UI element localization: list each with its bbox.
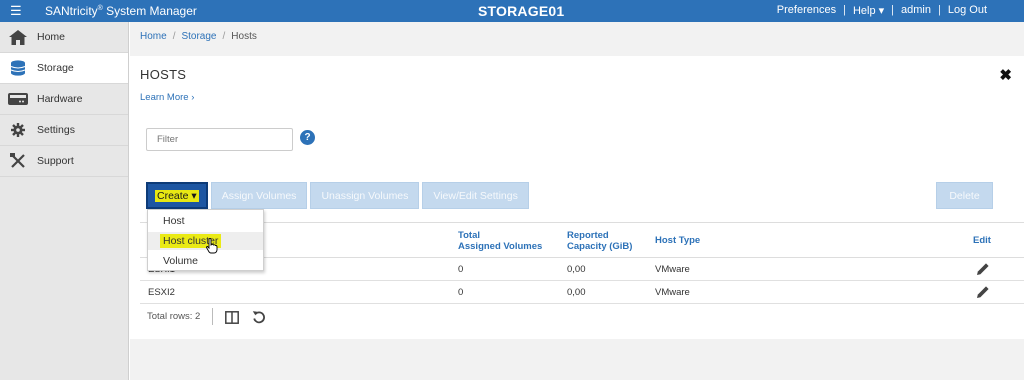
capacity-value: 0,00 xyxy=(567,287,586,298)
host-name: ESXI2 xyxy=(148,287,175,298)
top-links: Preferences | Help ▾ | admin | Log Out xyxy=(770,4,994,17)
assign-volumes-button[interactable]: Assign Volumes xyxy=(210,182,308,209)
close-icon[interactable]: ✖ xyxy=(999,66,1012,84)
sidebar-item-label: Support xyxy=(37,155,74,167)
sidebar-item-label: Home xyxy=(37,31,66,43)
hosts-panel: HOSTS ✖ Learn More › ? Create ▾ Assign V… xyxy=(130,56,1024,339)
table-row[interactable]: ESXI2 0 0,00 VMware xyxy=(140,281,1024,304)
top-bar: ☰ SANtricity® System Manager STORAGE01 P… xyxy=(0,0,1024,22)
total-rows: Total rows: 2 xyxy=(147,311,201,322)
pencil-icon[interactable] xyxy=(976,262,990,279)
sidebar-item-support[interactable]: Support xyxy=(0,146,128,177)
column-total-assigned-volumes[interactable]: Total Assigned Volumes xyxy=(458,230,542,252)
app-brand: SANtricity® System Manager xyxy=(45,4,197,18)
learn-more-link[interactable]: Learn More › xyxy=(140,92,194,103)
pencil-icon[interactable] xyxy=(976,285,990,302)
columns-icon[interactable] xyxy=(225,311,239,327)
breadcrumb-storage[interactable]: Storage xyxy=(181,31,216,42)
separator: | xyxy=(938,4,941,16)
host-type-value: VMware xyxy=(655,287,690,298)
toolbar: Create ▾ Assign Volumes Unassign Volumes… xyxy=(146,182,529,209)
sidebar-item-home[interactable]: Home xyxy=(0,22,128,53)
sidebar-item-label: Storage xyxy=(37,62,74,74)
table-row[interactable]: ESXI1 0 0,00 VMware xyxy=(140,258,1024,281)
column-edit: Edit xyxy=(973,235,991,246)
sidebar-item-label: Hardware xyxy=(37,93,83,105)
sidebar-item-label: Settings xyxy=(37,124,75,136)
hand-cursor-icon xyxy=(206,238,218,257)
tools-icon xyxy=(8,153,28,169)
system-name: STORAGE01 xyxy=(478,3,565,19)
unassign-volumes-button[interactable]: Unassign Volumes xyxy=(310,182,420,209)
gear-icon xyxy=(8,123,28,137)
sidebar-item-storage[interactable]: Storage xyxy=(0,53,128,84)
database-icon xyxy=(8,60,28,76)
hamburger-menu-icon[interactable]: ☰ xyxy=(10,4,22,18)
separator: | xyxy=(843,4,846,16)
home-icon xyxy=(8,29,28,45)
delete-button[interactable]: Delete xyxy=(936,182,993,209)
filter-input[interactable] xyxy=(146,128,293,151)
sidebar-item-hardware[interactable]: Hardware xyxy=(0,84,128,115)
breadcrumb-separator: / xyxy=(172,31,176,42)
main-content: Home / Storage / Hosts HOSTS ✖ Learn More › … xyxy=(130,22,1024,380)
user-menu[interactable]: admin xyxy=(894,4,938,17)
breadcrumb-home[interactable]: Home xyxy=(140,31,167,42)
breadcrumb-separator: / xyxy=(222,31,226,42)
capacity-value: 0,00 xyxy=(567,264,586,275)
page-title: HOSTS xyxy=(140,67,187,82)
host-type-value: VMware xyxy=(655,264,690,275)
separator: | xyxy=(891,4,895,16)
column-host-type[interactable]: Host Type xyxy=(655,235,700,246)
create-label: Create ▾ xyxy=(155,189,199,202)
logout-link[interactable]: Log Out xyxy=(941,4,994,17)
breadcrumb-current: Hosts xyxy=(231,31,257,42)
divider xyxy=(212,308,213,325)
create-button[interactable]: Create ▾ xyxy=(146,182,208,209)
breadcrumb: Home / Storage / Hosts xyxy=(140,31,257,42)
help-icon[interactable]: ? xyxy=(300,130,315,145)
assigned-volumes-value: 0 xyxy=(458,264,464,275)
sidebar: Home Storage Hardware Settings Support xyxy=(0,22,129,380)
refresh-icon[interactable] xyxy=(252,310,266,327)
menu-item-host[interactable]: Host xyxy=(148,212,263,230)
sidebar-item-settings[interactable]: Settings xyxy=(0,115,128,146)
table-header: Total Assigned Volumes Reported Capacity (… xyxy=(140,222,1024,258)
view-edit-settings-button[interactable]: View/Edit Settings xyxy=(422,182,529,209)
preferences-link[interactable]: Preferences xyxy=(770,4,843,17)
assigned-volumes-value: 0 xyxy=(458,287,464,298)
column-reported-capacity[interactable]: Reported Capacity (GiB) xyxy=(567,230,632,252)
server-icon xyxy=(8,93,28,105)
help-menu[interactable]: Help ▾ xyxy=(846,4,891,17)
